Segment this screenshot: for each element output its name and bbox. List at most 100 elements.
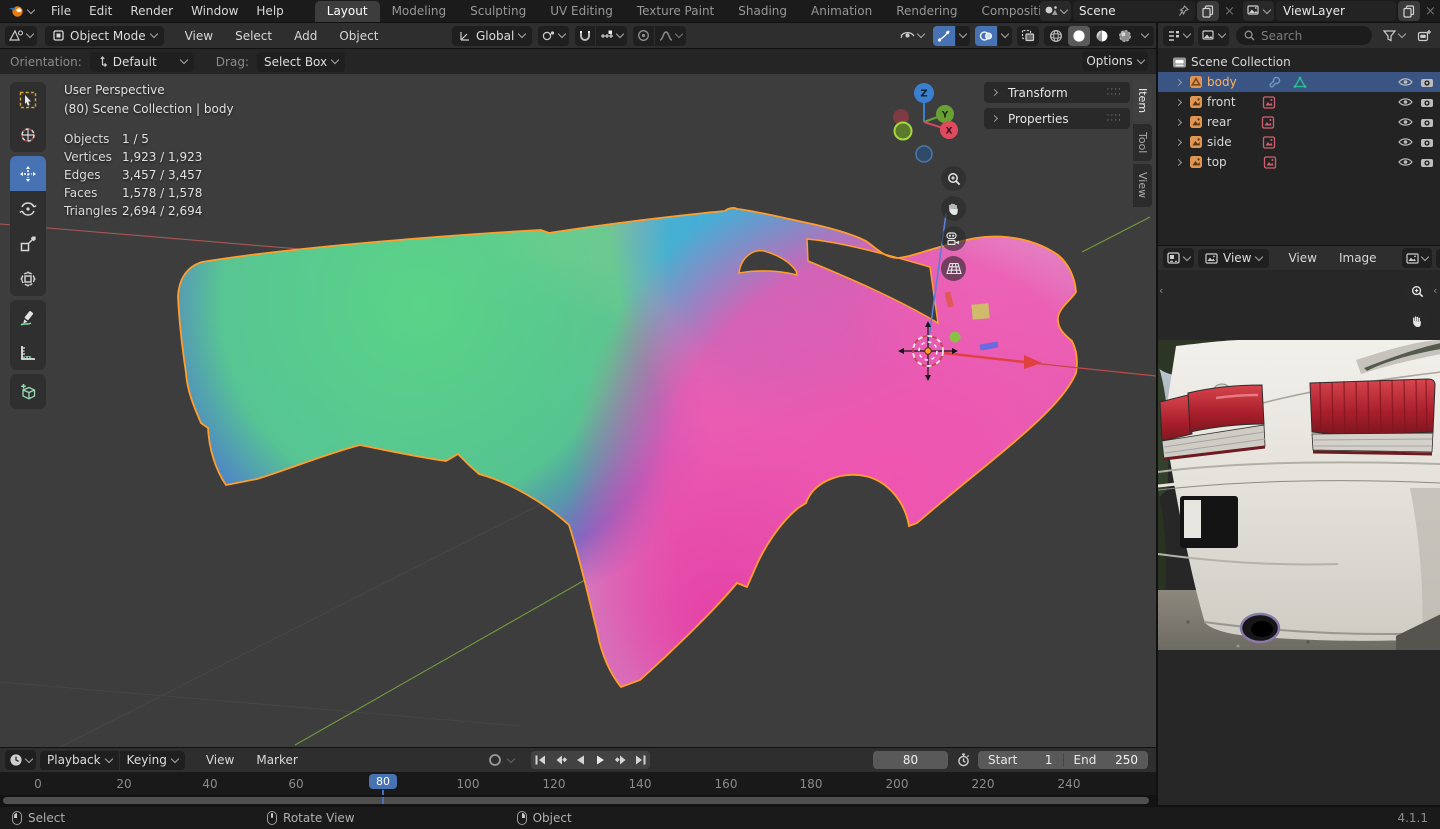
region-collapse-arrow[interactable]: ‹ <box>1159 284 1163 297</box>
remove-view-layer-button[interactable]: × <box>1422 4 1439 19</box>
keying-dropdown[interactable]: Keying <box>119 750 185 770</box>
tool-scale[interactable] <box>10 226 46 261</box>
expand-caret-icon[interactable] <box>1174 98 1183 106</box>
shading-wireframe-button[interactable] <box>1045 26 1067 46</box>
menu-help[interactable]: Help <box>247 4 292 18</box>
image-pan-button[interactable] <box>1405 309 1429 333</box>
gizmos-toggle[interactable] <box>933 25 955 46</box>
npanel-tab-view[interactable]: View <box>1133 164 1152 207</box>
jump-next-keyframe-button[interactable] <box>611 751 630 769</box>
shading-rendered-button[interactable] <box>1114 26 1136 46</box>
gizmos-dropdown[interactable] <box>956 25 970 46</box>
jump-to-end-button[interactable] <box>631 751 650 769</box>
use-preview-range-toggle[interactable] <box>952 751 974 769</box>
xray-toggle[interactable] <box>1017 25 1039 46</box>
auto-key-toggle[interactable] <box>484 750 506 770</box>
tab-animation[interactable]: Animation <box>799 1 884 22</box>
npanel-tab-item[interactable]: Item <box>1133 80 1152 122</box>
current-frame-field[interactable]: 80 <box>873 751 948 769</box>
tab-texture-paint[interactable]: Texture Paint <box>625 1 726 22</box>
hide-eye-icon[interactable] <box>1398 77 1413 87</box>
new-view-layer-button[interactable] <box>1398 1 1420 21</box>
overlays-dropdown[interactable] <box>998 25 1012 46</box>
viewport-canvas[interactable]: Z Y X User Perspective (80) Scene Collec… <box>0 74 1156 747</box>
outliner-row-front[interactable]: front <box>1158 92 1440 112</box>
expand-caret-icon[interactable] <box>1174 118 1183 126</box>
viewport-zoom-button[interactable] <box>941 166 966 191</box>
expand-caret-icon[interactable] <box>1174 158 1183 166</box>
tool-rotate[interactable] <box>10 191 46 226</box>
menu-render[interactable]: Render <box>121 4 182 18</box>
play-reverse-button[interactable] <box>571 751 590 769</box>
shading-solid-button[interactable] <box>1068 25 1090 46</box>
outliner-search-box[interactable]: Search <box>1236 26 1372 45</box>
outliner-editor-type-button[interactable] <box>1163 25 1194 46</box>
viewport-ortho-toggle[interactable] <box>941 256 966 281</box>
tab-modeling[interactable]: Modeling <box>380 1 459 22</box>
viewport-menu-add[interactable]: Add <box>285 29 326 43</box>
options-dropdown[interactable]: Options <box>1082 51 1148 71</box>
tool-annotate[interactable] <box>10 300 46 335</box>
snap-toggle[interactable] <box>575 25 596 46</box>
tool-measure[interactable] <box>10 335 46 370</box>
npanel-tab-tool[interactable]: Tool <box>1133 124 1152 162</box>
transform-orientation-selector[interactable]: Global <box>452 25 533 46</box>
timeline-editor-type-button[interactable] <box>5 750 36 770</box>
tab-uv-editing[interactable]: UV Editing <box>538 1 625 22</box>
disable-render-camera-icon[interactable] <box>1420 137 1434 148</box>
outliner-row-rear[interactable]: rear <box>1158 112 1440 132</box>
hide-eye-icon[interactable] <box>1398 157 1413 167</box>
scene-browse-button[interactable] <box>1040 1 1071 21</box>
timeline-menu-marker[interactable]: Marker <box>247 753 306 767</box>
disable-render-camera-icon[interactable] <box>1420 117 1434 128</box>
playback-dropdown[interactable]: Playback <box>40 750 119 770</box>
play-button[interactable] <box>591 751 610 769</box>
viewport-menu-view[interactable]: View <box>176 29 222 43</box>
pin-icon[interactable] <box>1178 5 1189 17</box>
timeline-scrollbar-thumb[interactable] <box>3 797 1149 804</box>
image-browse-button[interactable] <box>1401 248 1432 268</box>
viewport-camera-button[interactable] <box>941 226 966 251</box>
viewport-menu-select[interactable]: Select <box>226 29 281 43</box>
mode-selector[interactable]: Object Mode <box>45 25 164 46</box>
unlink-scene-button[interactable]: × <box>1221 4 1238 19</box>
viewport-menu-object[interactable]: Object <box>330 29 387 43</box>
orientation-default-selector[interactable]: Default <box>89 51 194 72</box>
view-layer-name-field[interactable]: ViewLayer <box>1276 1 1396 21</box>
image-name-field[interactable]: IMG <box>1435 248 1440 268</box>
drag-mode-selector[interactable]: Select Box <box>256 51 346 72</box>
menu-file[interactable]: File <box>42 4 80 18</box>
panel-grip[interactable]: ···· ···· <box>1107 111 1122 125</box>
outliner-row-side[interactable]: side <box>1158 132 1440 152</box>
snap-settings[interactable] <box>596 25 628 46</box>
outliner-row-body[interactable]: body <box>1158 72 1440 92</box>
npanel-properties-header[interactable]: Properties ···· ···· <box>984 108 1130 129</box>
hide-eye-icon[interactable] <box>1398 117 1413 127</box>
chevron-down-icon[interactable] <box>506 754 516 763</box>
hide-eye-icon[interactable] <box>1398 97 1413 107</box>
image-display-mode-selector[interactable]: View <box>1198 248 1270 268</box>
viewport-pan-button[interactable] <box>941 196 966 221</box>
proportional-edit-toggle[interactable] <box>633 25 655 46</box>
editor-type-button[interactable] <box>5 25 37 46</box>
image-editor-type-button[interactable] <box>1163 248 1194 268</box>
outliner-row-top[interactable]: top <box>1158 152 1440 172</box>
disable-render-camera-icon[interactable] <box>1420 157 1434 168</box>
overlays-toggle[interactable] <box>975 25 997 46</box>
proportional-falloff-selector[interactable] <box>655 25 687 46</box>
tab-shading[interactable]: Shading <box>726 1 799 22</box>
new-scene-button[interactable] <box>1197 1 1219 21</box>
tool-select-box[interactable] <box>10 82 46 117</box>
playhead[interactable]: 80 <box>369 774 397 789</box>
tool-transform[interactable] <box>10 261 46 296</box>
scene-name-field[interactable]: Scene <box>1073 1 1195 21</box>
blender-menu-button[interactable] <box>0 4 42 18</box>
expand-caret-icon[interactable] <box>1174 138 1183 146</box>
end-frame-field[interactable]: End 250 <box>1064 753 1149 767</box>
jump-prev-keyframe-button[interactable] <box>551 751 570 769</box>
panel-grip[interactable]: ···· ···· <box>1107 85 1122 99</box>
shading-dropdown[interactable] <box>1137 26 1153 46</box>
outliner-filter-button[interactable] <box>1379 26 1409 46</box>
tool-move[interactable] <box>10 156 46 191</box>
timeline-scrollbar[interactable] <box>0 795 1156 806</box>
